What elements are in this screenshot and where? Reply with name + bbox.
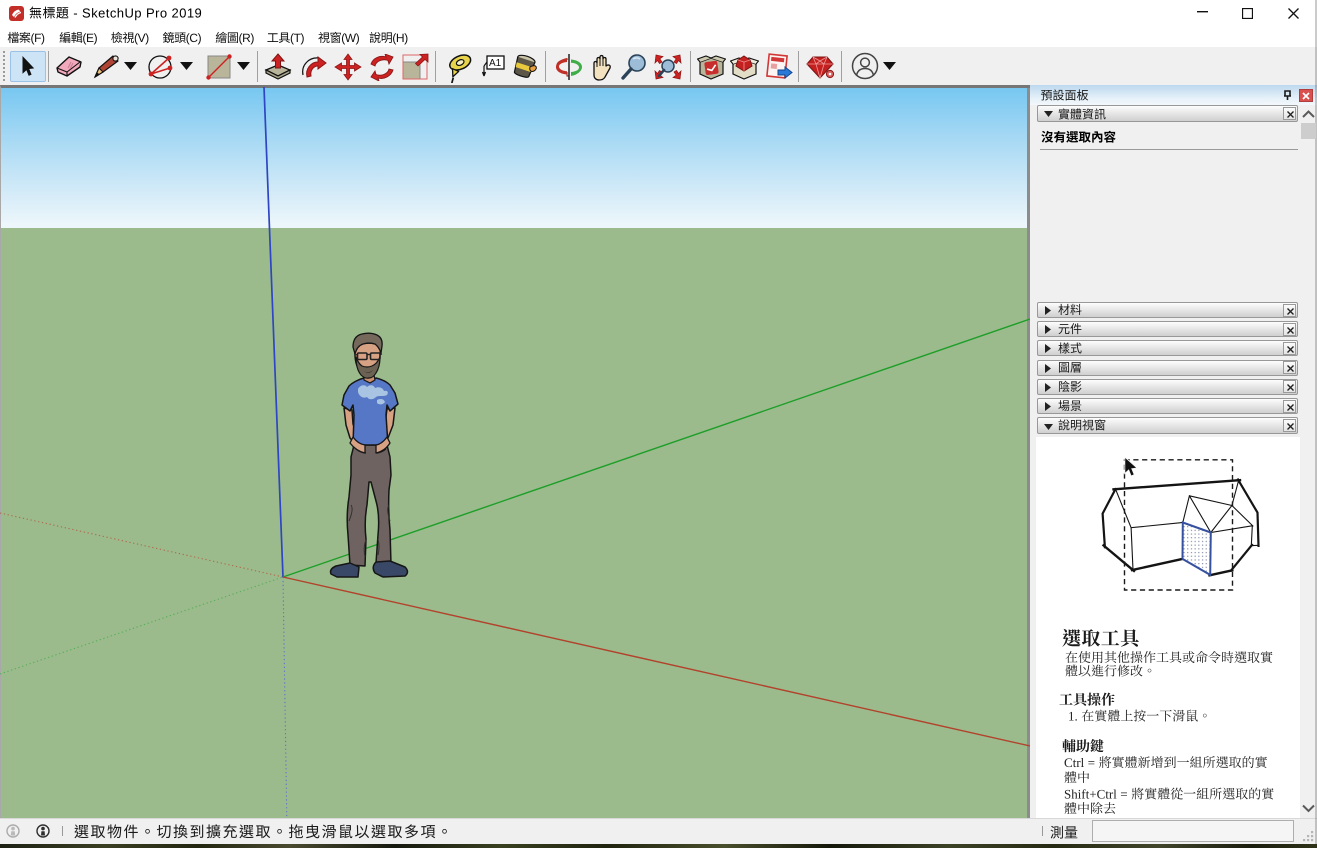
svg-text:A1: A1 [489,58,502,69]
